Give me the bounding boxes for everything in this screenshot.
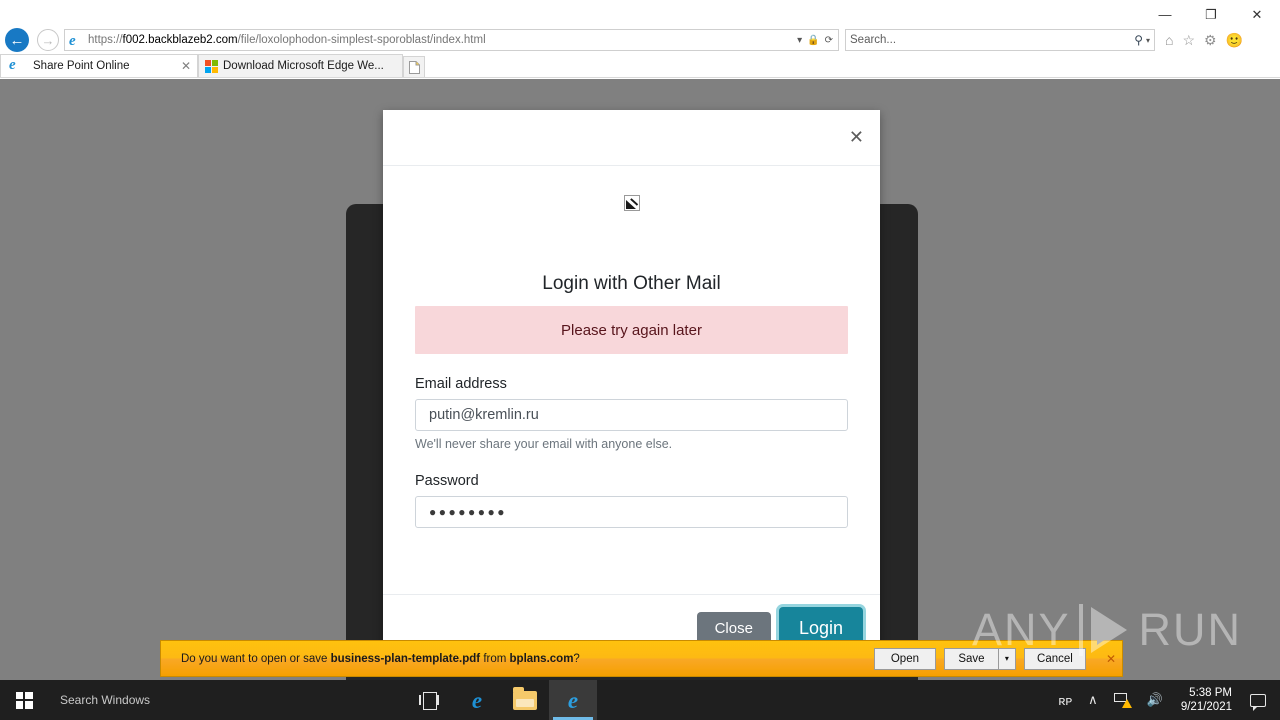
email-label: Email address [415,376,507,392]
address-bar-icons: ▾ 🔒 ⟳ [797,35,836,46]
navigation-row: ← → e https://f002.backblazeb2.com/file/… [0,27,1280,53]
error-alert-text: Please try again later [561,321,702,339]
tab-close-icon[interactable]: ✕ [181,59,191,73]
lock-icon: 🔒 [807,34,820,46]
forward-arrow-icon: → [37,29,59,51]
address-bar[interactable]: e https://f002.backblazeb2.com/file/loxo… [64,29,839,51]
gear-icon[interactable]: ⚙ [1204,33,1217,47]
tab-share-point-online[interactable]: e Share Point Online ✕ [0,54,198,77]
folder-icon [513,686,537,710]
home-icon[interactable]: ⌂ [1165,33,1173,47]
taskbar-search-input[interactable]: Search Windows [48,680,393,720]
save-split-button: Save ▾ [943,647,1016,670]
windows-taskbar: Search Windows e e ʀᴘ ∧ 🔊 5:38 PM 9/21/2… [0,680,1280,720]
download-filename: business-plan-template.pdf [330,652,481,665]
modal-close-button[interactable]: ✕ [849,128,864,146]
url-host: f002.backblazeb2.com [122,34,238,46]
task-view-button[interactable] [405,680,453,720]
clock-time: 5:38 PM [1189,687,1232,699]
tab-title: Download Microsoft Edge We... [223,60,384,72]
search-icon[interactable]: ⚲ [1134,33,1143,47]
windows-logo-icon [15,691,33,709]
download-notification-bar: Do you want to open or save business-pla… [160,640,1123,677]
clock-date: 9/21/2021 [1180,701,1232,713]
task-view-icon [419,692,439,710]
search-input-placeholder[interactable]: Search... [850,34,1134,46]
modal-body: Login with Other Mail Please try again l… [383,166,880,536]
search-box[interactable]: Search... ⚲ ▾ [845,29,1155,51]
show-hidden-icons-chevron-up-icon[interactable]: ∧ [1080,680,1106,720]
open-button[interactable]: Open [873,647,936,670]
save-chevron-down-icon[interactable]: ▾ [997,647,1016,670]
people-icon[interactable]: ʀᴘ [1050,680,1080,720]
modal-header: ✕ [383,110,880,166]
network-warning-icon[interactable] [1106,680,1139,720]
back-button[interactable]: ← [0,27,34,53]
password-field[interactable]: ●●●●●●●● [415,496,848,528]
start-button[interactable] [0,680,48,720]
tab-title: Share Point Online [33,60,130,72]
edge-icon: e [471,687,483,713]
url-path: /file/loxolophodon-simplest-sporoblast/i… [237,34,486,46]
tab-download-microsoft-edge[interactable]: Download Microsoft Edge We... [198,54,403,77]
maximize-button[interactable]: ❐ [1188,0,1234,28]
email-help-text: We'll never share your email with anyone… [415,437,673,451]
watermark-run-text: RUN [1138,604,1242,655]
forward-button[interactable]: → [34,27,62,53]
ie-icon: e [9,57,16,73]
favorites-star-icon[interactable]: ☆ [1182,33,1195,47]
close-icon: ✕ [1251,6,1263,22]
new-tab-icon [408,60,420,74]
url-text: https://f002.backblazeb2.com/file/loxolo… [88,34,797,46]
taskbar-search-placeholder: Search Windows [60,693,151,707]
microsoft-logo-icon [205,59,218,73]
back-arrow-icon: ← [5,28,29,52]
notification-icon [1250,693,1266,711]
password-label: Password [415,473,479,489]
dismiss-notification-icon[interactable]: ✕ [1106,652,1116,666]
download-message: Do you want to open or save business-pla… [181,653,874,665]
cancel-button[interactable]: Cancel [1023,647,1086,670]
chevron-down-icon[interactable]: ▾ [797,35,802,46]
login-modal: ✕ Login with Other Mail Please try again… [383,110,880,662]
taskbar-item-microsoft-edge[interactable]: e [453,680,501,720]
new-tab-button[interactable] [403,56,425,77]
network-icon [1113,693,1132,708]
download-middle: from [480,652,510,665]
ie-favicon-icon: e [69,33,76,49]
page-viewport: ✕ Login with Other Mail Please try again… [0,79,1280,680]
screen: — ❐ ✕ ← → e https://f002.backblazeb2.com… [0,0,1280,720]
window-controls: — ❐ ✕ [1142,0,1280,28]
chrome-action-icons: ⌂ ☆ ⚙ 🙂 [1165,33,1243,47]
ie-icon: e [567,687,579,713]
browser-chrome: — ❐ ✕ ← → e https://f002.backblazeb2.com… [0,0,1280,78]
url-scheme: https:// [88,34,123,46]
maximize-icon: ❐ [1205,6,1217,22]
taskbar-apps: e e [405,680,597,720]
save-button[interactable]: Save [943,647,998,670]
system-tray: ʀᴘ ∧ 🔊 5:38 PM 9/21/2021 [1050,680,1280,720]
smiley-feedback-icon[interactable]: 🙂 [1226,33,1243,47]
download-actions: Open Save ▾ Cancel ✕ [873,647,1116,670]
download-source: bplans.com [509,652,574,665]
close-window-button[interactable]: ✕ [1234,0,1280,28]
email-field[interactable] [415,399,848,431]
modal-title: Login with Other Mail [542,273,721,294]
download-prefix: Do you want to open or save [181,652,331,665]
search-chevron-down-icon[interactable]: ▾ [1146,36,1150,45]
download-suffix: ? [573,652,580,665]
minimize-button[interactable]: — [1142,0,1188,28]
minimize-icon: — [1158,6,1172,22]
taskbar-item-file-explorer[interactable] [501,680,549,720]
broken-image-icon [623,195,640,211]
volume-icon[interactable]: 🔊 [1139,680,1171,720]
error-alert: Please try again later [415,306,848,354]
password-masked-value: ●●●●●●●● [429,505,507,519]
taskbar-clock[interactable]: 5:38 PM 9/21/2021 [1171,680,1242,720]
taskbar-item-internet-explorer[interactable]: e [549,680,597,720]
refresh-icon[interactable]: ⟳ [825,35,833,46]
action-center-button[interactable] [1242,680,1274,720]
tab-strip: e Share Point Online ✕ Download Microsof… [0,54,1280,78]
